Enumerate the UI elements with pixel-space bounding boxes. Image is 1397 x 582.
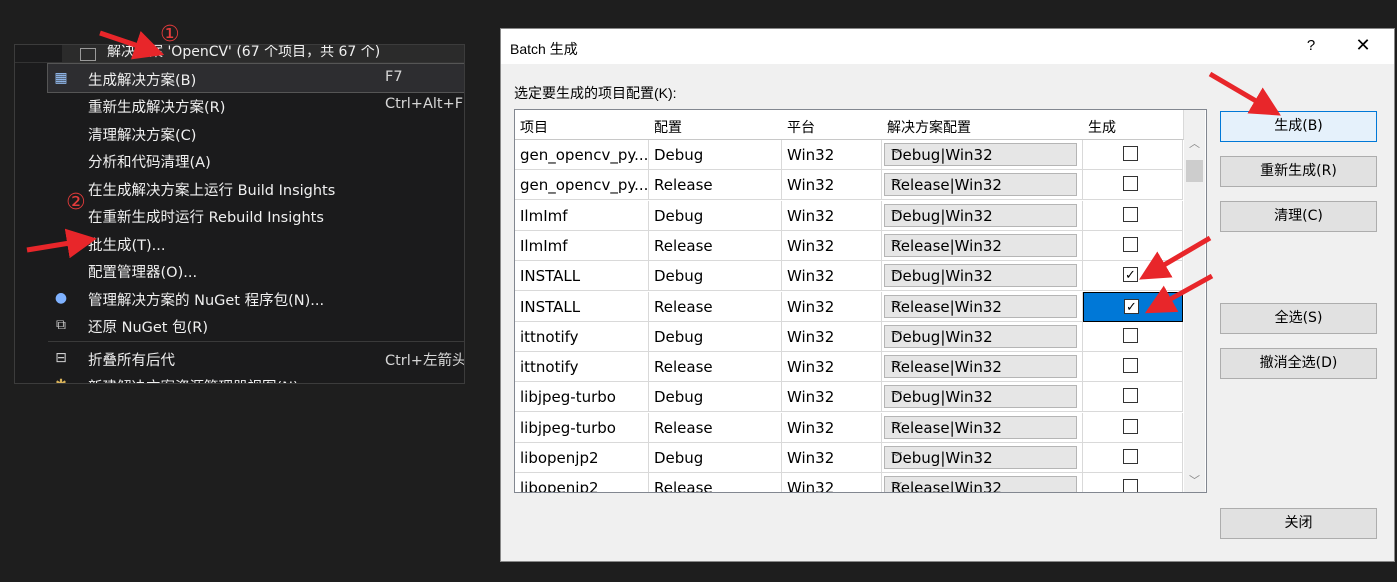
annotation-arrows <box>26 30 1281 314</box>
arrow-4 <box>1208 71 1281 116</box>
arrow-1 <box>99 30 165 60</box>
arrow-3b <box>1144 273 1214 314</box>
arrow-3a <box>1139 235 1212 280</box>
arrow-2 <box>26 228 97 259</box>
